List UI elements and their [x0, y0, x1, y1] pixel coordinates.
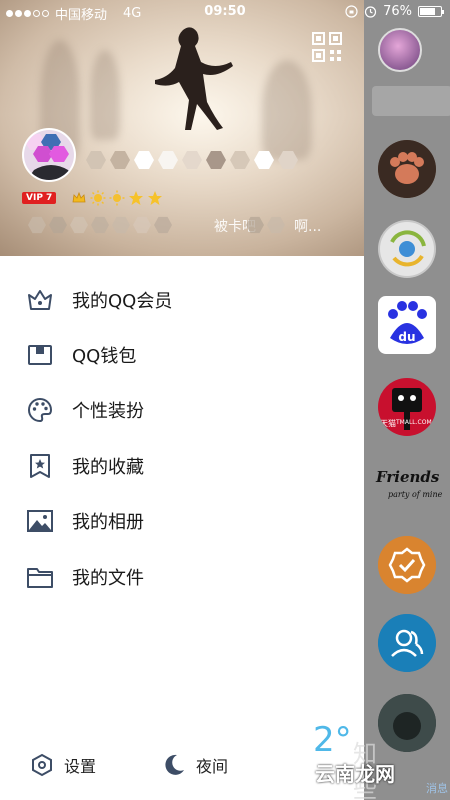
- contact-avatar-badge[interactable]: [378, 536, 436, 594]
- vip-level-row[interactable]: VIP 7: [22, 190, 163, 206]
- menu-label: 个性装扮: [72, 401, 144, 423]
- group-contacts-icon: [378, 614, 436, 672]
- vip-badge[interactable]: VIP 7: [22, 192, 57, 204]
- contact-avatar-tmall[interactable]: 天猫 TMALL.COM: [378, 378, 436, 436]
- night-mode-button[interactable]: 夜间: [162, 753, 228, 777]
- weather-watermark: 2° 知些家 云南龙网: [313, 720, 395, 800]
- palette-icon: [26, 396, 54, 424]
- crown-icon: [72, 191, 86, 203]
- bookmark-star-icon: [26, 452, 54, 480]
- contact-avatar-photo[interactable]: [378, 694, 436, 752]
- alarm-icon: [364, 6, 377, 18]
- settings-button[interactable]: 设置: [30, 753, 96, 777]
- avatar-image: [24, 130, 74, 180]
- contact-avatar-group[interactable]: [378, 614, 436, 672]
- baidu-paw-icon: du: [388, 301, 427, 344]
- battery-icon: [418, 6, 444, 17]
- night-label: 夜间: [196, 757, 229, 776]
- star-icon: [148, 191, 163, 205]
- couple-silhouette-image: [155, 27, 233, 130]
- signature-mosaic: [28, 216, 172, 234]
- wallet-icon: [26, 341, 54, 369]
- menu-item-qq-vip[interactable]: 我的QQ会员: [0, 272, 364, 327]
- urchin-photo-icon: [378, 694, 436, 752]
- photo-icon: [26, 507, 54, 535]
- drawer-menu: 我的QQ会员 QQ钱包 个性装扮 我的收藏 我的相册 我的文件: [0, 272, 364, 604]
- star-icon: [129, 191, 144, 205]
- menu-label: 我的收藏: [72, 456, 144, 478]
- profile-header[interactable]: VIP 7 被卡吧 啊...: [0, 0, 364, 256]
- menu-item-album[interactable]: 我的相册: [0, 494, 364, 549]
- menu-label: 我的QQ会员: [72, 290, 173, 312]
- qr-code-icon[interactable]: [312, 32, 342, 62]
- my-avatar-thumb[interactable]: [378, 28, 422, 72]
- menu-label: QQ钱包: [72, 346, 137, 368]
- search-bar-dimmed[interactable]: [372, 86, 450, 116]
- side-drawer: VIP 7 被卡吧 啊... 我的QQ会员 QQ钱包 个性装扮 我的收藏 我的相…: [0, 0, 364, 800]
- menu-label: 我的相册: [72, 512, 144, 534]
- contact-avatar-qzone[interactable]: [378, 220, 436, 278]
- nickname-mosaic: [86, 150, 298, 170]
- menu-item-favorites[interactable]: 我的收藏: [0, 438, 364, 493]
- paw-icon: [378, 140, 436, 198]
- qzone-icon: [380, 222, 434, 276]
- menu-item-qq-wallet[interactable]: QQ钱包: [0, 327, 364, 382]
- crown-icon: [26, 286, 54, 314]
- menu-label: 我的文件: [72, 567, 144, 589]
- badge-check-icon: [378, 536, 436, 594]
- friends-sub-label: party of mine: [388, 490, 443, 499]
- profile-avatar[interactable]: [22, 128, 76, 182]
- friends-label: Friends: [376, 468, 440, 486]
- settings-label: 设置: [64, 757, 97, 776]
- signature-text-part2: 啊...: [294, 219, 322, 235]
- battery-percent: 76%: [383, 4, 412, 19]
- personal-signature[interactable]: 被卡吧 啊...: [28, 214, 338, 238]
- messages-tab-label[interactable]: 消息: [426, 780, 448, 796]
- settings-hexagon-icon: [32, 753, 52, 777]
- status-right: 76%: [345, 4, 444, 19]
- main-view-dimmed[interactable]: du 天猫 TMALL.COM Friends party of mine 消息: [364, 0, 450, 800]
- svg-text:du: du: [398, 330, 415, 344]
- tmall-label-en: TMALL.COM: [396, 419, 432, 426]
- status-bar: 中国移动 4G 09:50 76%: [0, 0, 450, 24]
- moon-icon: [165, 754, 184, 775]
- menu-item-personalize[interactable]: 个性装扮: [0, 383, 364, 438]
- tmall-label: 天猫: [380, 419, 396, 428]
- temperature-readout: 2°: [313, 720, 352, 760]
- sun-icon: [109, 190, 125, 206]
- folder-icon: [26, 563, 54, 591]
- contact-avatar-friends[interactable]: Friends party of mine: [374, 452, 444, 510]
- menu-item-files[interactable]: 我的文件: [0, 549, 364, 604]
- drawer-bottom-bar: 设置 夜间: [0, 745, 364, 791]
- orientation-lock-icon: [345, 5, 358, 18]
- contact-avatar-baidu[interactable]: du: [378, 296, 436, 354]
- contact-avatar-paw[interactable]: [378, 140, 436, 198]
- sun-icon: [90, 190, 106, 206]
- watermark-site: 云南龙网: [315, 762, 395, 786]
